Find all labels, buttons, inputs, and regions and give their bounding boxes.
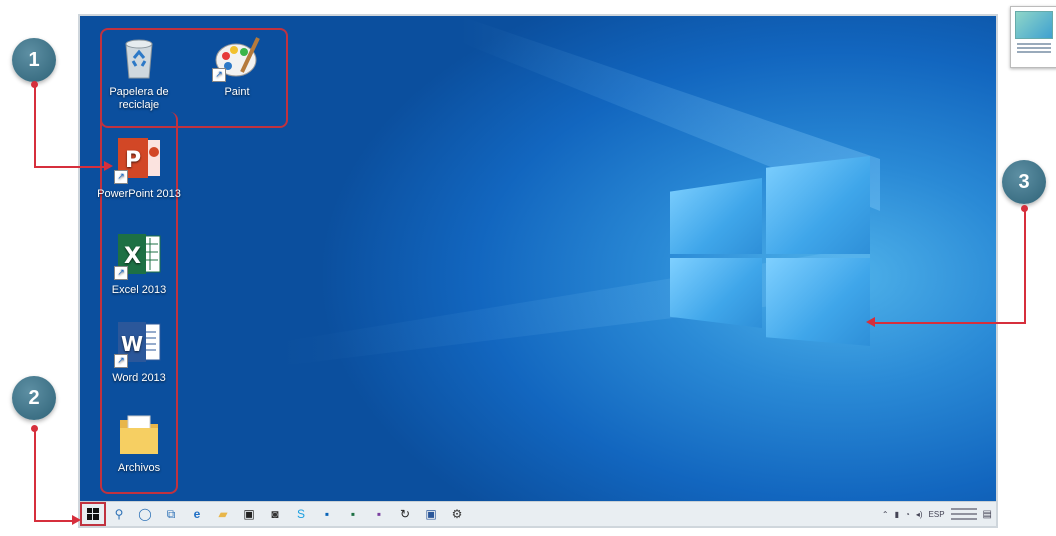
task-view-icon[interactable]: ⧉ bbox=[158, 502, 184, 526]
notifications-icon[interactable]: ▤ bbox=[983, 509, 992, 520]
skype-icon[interactable]: S bbox=[288, 502, 314, 526]
chevron-up-icon[interactable]: ⌃ bbox=[882, 510, 889, 519]
edge-icon[interactable]: e bbox=[184, 502, 210, 526]
desktop-icon-label: Archivos bbox=[117, 462, 161, 474]
desktop-icon-label: Paint bbox=[224, 86, 250, 98]
desktop-icon-archivos[interactable]: Archivos bbox=[94, 408, 184, 475]
desktop-icon-label: Excel 2013 bbox=[111, 284, 167, 296]
file-explorer-icon[interactable]: ▰ bbox=[210, 502, 236, 526]
refresh-icon[interactable]: ↻ bbox=[392, 502, 418, 526]
store-icon[interactable]: ▣ bbox=[236, 502, 262, 526]
taskbar: ⚲ ◯ ⧉ e ▰ ▣ ◙ S ▪ ▪ ▪ ↻ ▣ ⚙ ⌃ ▮ ◔ ◂) ESP… bbox=[80, 501, 996, 526]
callout-badge-1: 1 bbox=[12, 38, 56, 82]
callout-pointer-dot bbox=[31, 81, 38, 88]
shortcut-arrow-icon: ↗ bbox=[114, 266, 128, 280]
start-button[interactable] bbox=[80, 502, 106, 526]
desktop-icon-word[interactable]: W ↗ Word 2013 bbox=[94, 318, 184, 385]
callout-pointer-2 bbox=[34, 428, 76, 522]
language-indicator[interactable]: ESP bbox=[929, 510, 945, 519]
arrowhead-icon bbox=[72, 515, 81, 525]
callout-pointer-1 bbox=[34, 84, 108, 168]
callout-pointer-3 bbox=[874, 208, 1026, 324]
desktop-icon-label: Word 2013 bbox=[112, 372, 166, 384]
window-thumbnail bbox=[1010, 6, 1056, 68]
callout-badge-2: 2 bbox=[12, 376, 56, 420]
shortcut-arrow-icon: ↗ bbox=[212, 68, 226, 82]
windows-logo bbox=[670, 156, 870, 346]
system-tray: ⌃ ▮ ◔ ◂) ESP ▤ bbox=[882, 502, 992, 526]
volume-icon[interactable]: ◂) bbox=[916, 510, 923, 519]
powerpoint-icon: P ↗ bbox=[114, 134, 164, 184]
svg-text:W: W bbox=[121, 332, 143, 356]
settings-icon[interactable]: ⚙ bbox=[444, 502, 470, 526]
network-icon[interactable]: ◔ bbox=[905, 510, 910, 519]
clock[interactable] bbox=[950, 508, 977, 520]
folder-icon bbox=[114, 408, 164, 458]
shortcut-arrow-icon: ↗ bbox=[114, 170, 128, 184]
callout-badge-3: 3 bbox=[1002, 160, 1046, 204]
excel-taskbar-icon[interactable]: ▪ bbox=[340, 502, 366, 526]
desktop-icon-label: Papelera de reciclaje bbox=[109, 86, 169, 111]
cortana-icon[interactable]: ◯ bbox=[132, 502, 158, 526]
windows-start-icon bbox=[87, 508, 99, 520]
excel-icon: X ↗ bbox=[114, 230, 164, 280]
battery-icon[interactable]: ▮ bbox=[895, 510, 899, 519]
paint-icon: ↗ bbox=[212, 32, 262, 82]
desktop-icon-label: PowerPoint 2013 bbox=[97, 188, 181, 200]
word-taskbar-icon[interactable]: ▣ bbox=[418, 502, 444, 526]
camera-icon[interactable]: ◙ bbox=[262, 502, 288, 526]
desktop-icon-paint[interactable]: ↗ Paint bbox=[192, 32, 282, 99]
desktop-screen[interactable]: Papelera de reciclaje ↗ Paint P ↗ PowerP… bbox=[78, 14, 998, 528]
outlook-icon[interactable]: ▪ bbox=[314, 502, 340, 526]
callout-pointer-dot bbox=[1021, 205, 1028, 212]
arrowhead-icon bbox=[866, 317, 875, 327]
shortcut-arrow-icon: ↗ bbox=[114, 354, 128, 368]
onenote-icon[interactable]: ▪ bbox=[366, 502, 392, 526]
recycle-bin-icon bbox=[114, 32, 164, 82]
arrowhead-icon bbox=[104, 161, 113, 171]
search-icon[interactable]: ⚲ bbox=[106, 502, 132, 526]
callout-pointer-dot bbox=[31, 425, 38, 432]
word-icon: W ↗ bbox=[114, 318, 164, 368]
desktop-icon-excel[interactable]: X ↗ Excel 2013 bbox=[94, 230, 184, 297]
